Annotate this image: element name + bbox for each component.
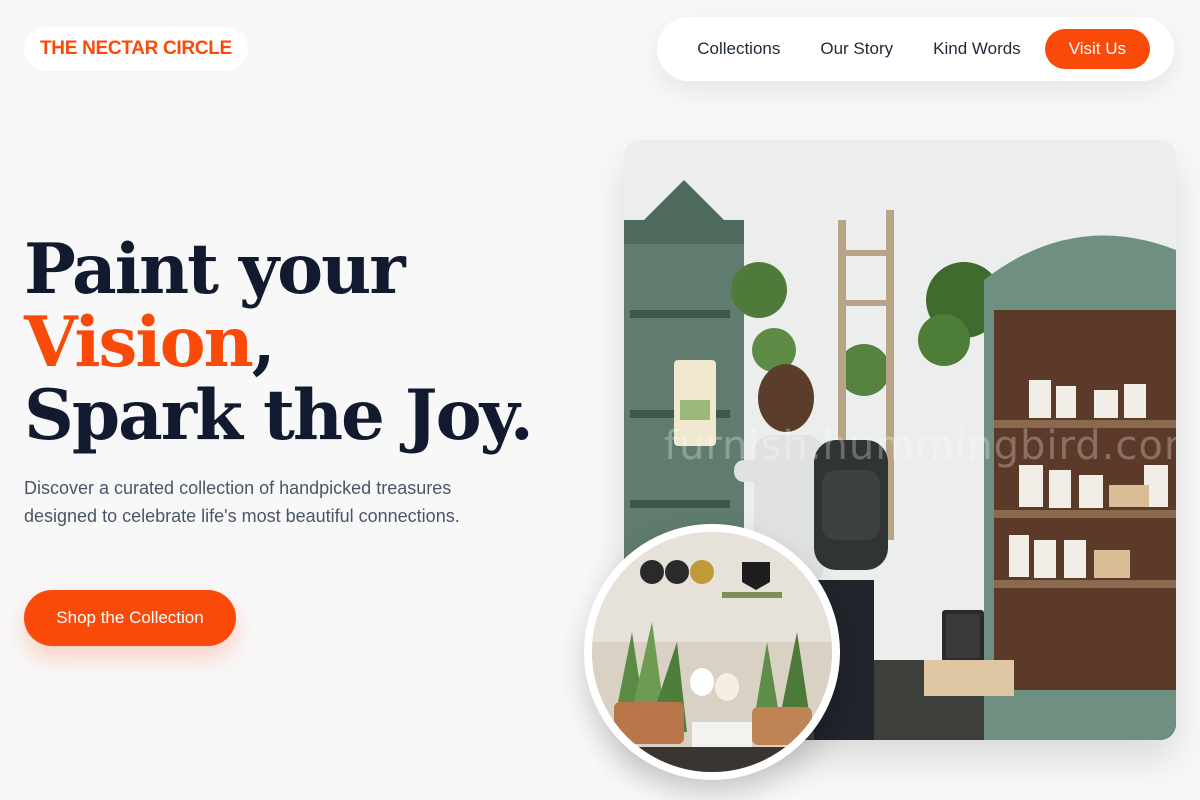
plants-illustration xyxy=(592,532,832,772)
hero-subtitle: Discover a curated collection of handpic… xyxy=(24,478,460,526)
plants-and-goods-photo xyxy=(584,524,840,780)
nav-link-collections[interactable]: Collections xyxy=(697,39,780,59)
headline-accent-word: Vision xyxy=(24,302,254,383)
nav-link-our-story[interactable]: Our Story xyxy=(820,39,893,59)
nav-link-kind-words[interactable]: Kind Words xyxy=(933,39,1021,59)
brand-logo[interactable]: THE NECTAR CIRCLE xyxy=(24,27,248,71)
headline-line-3: Spark the Joy. xyxy=(24,375,534,456)
headline-accent-punct: , xyxy=(251,302,276,383)
top-nav: Collections Our Story Kind Words Visit U… xyxy=(657,17,1174,81)
hero-headline: Paint your Vision, Spark the Joy. xyxy=(24,233,534,452)
headline-line-1: Paint your xyxy=(24,229,406,310)
brand-name: THE NECTAR CIRCLE xyxy=(40,38,232,59)
shop-collection-button[interactable]: Shop the Collection xyxy=(24,590,236,646)
visit-us-button[interactable]: Visit Us xyxy=(1044,29,1150,69)
image-watermark: furnish.hummingbird.com xyxy=(664,423,1176,469)
